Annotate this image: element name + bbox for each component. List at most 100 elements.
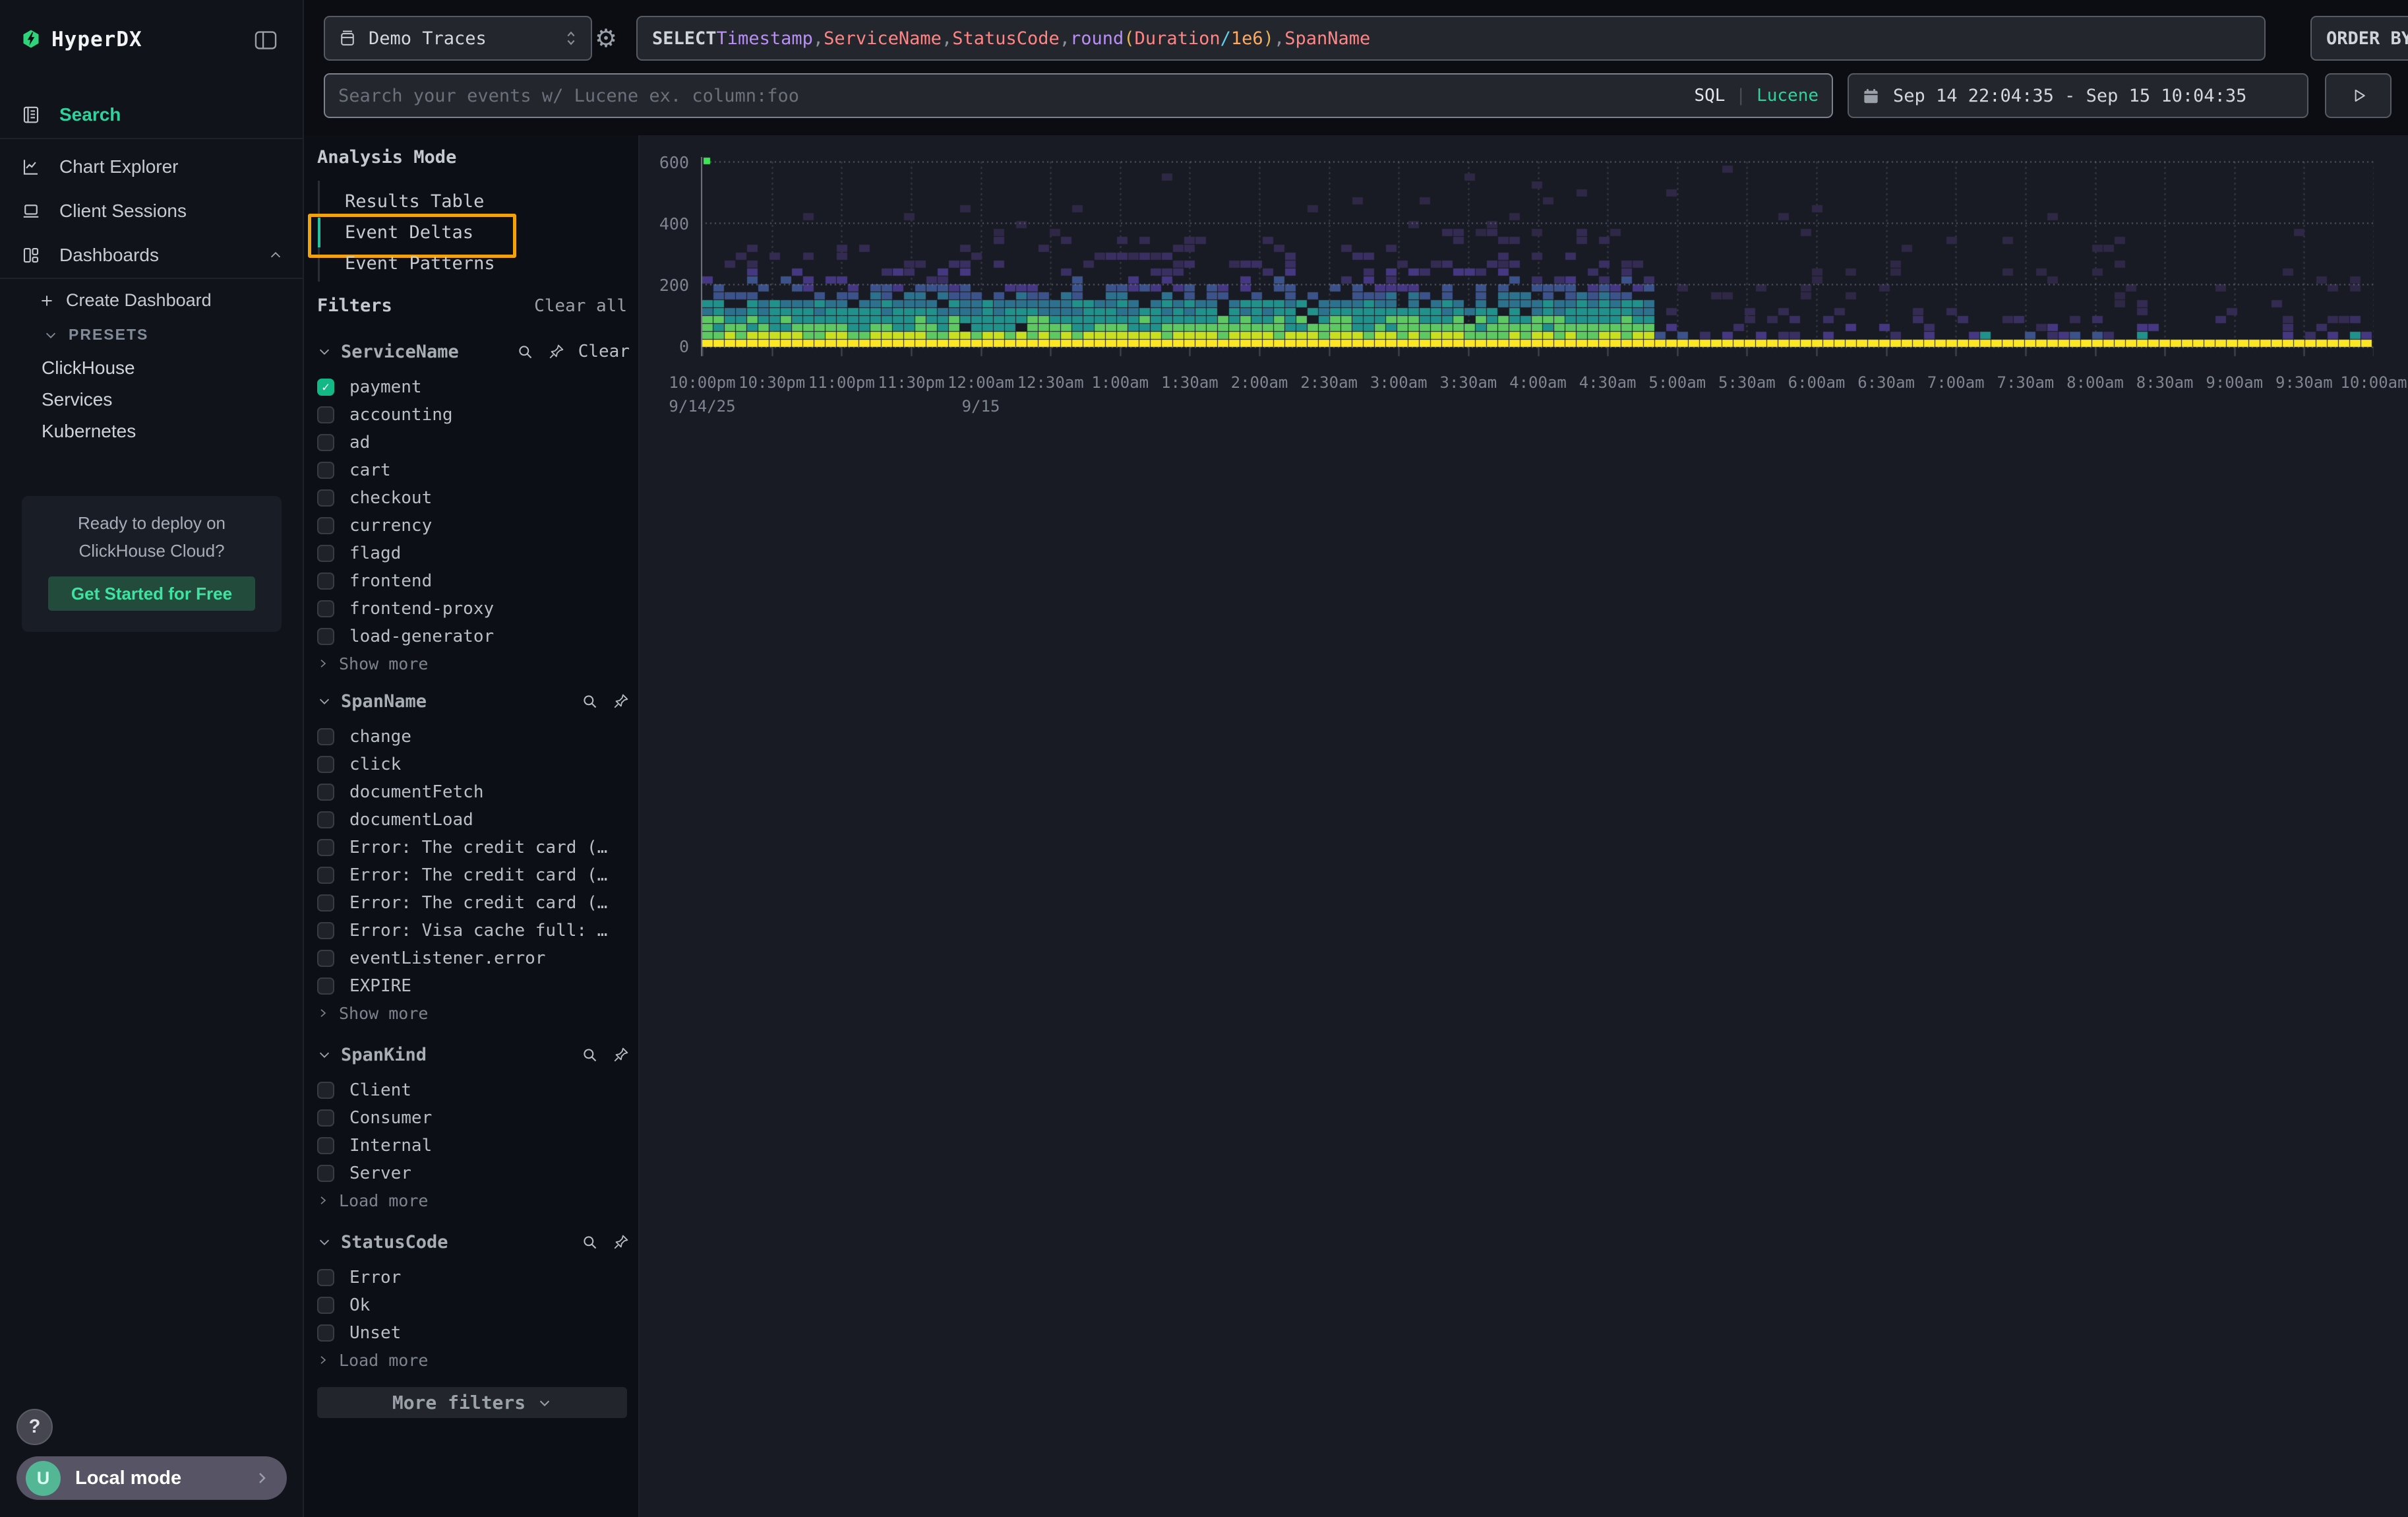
pin-icon[interactable] [612, 1046, 630, 1064]
checkbox[interactable] [317, 1165, 334, 1182]
facet-item-documentload[interactable]: documentLoad [317, 806, 630, 834]
facet-item-load-generator[interactable]: load-generator [317, 623, 630, 650]
facet-item-currency[interactable]: currency [317, 512, 630, 540]
lucene-mode-button[interactable]: Lucene [1757, 86, 1819, 106]
facet-item-error-the-credit-card[interactable]: Error: The credit card (… [317, 889, 630, 917]
pin-icon[interactable] [547, 343, 565, 361]
facet-item-payment[interactable]: ✓payment [317, 373, 630, 401]
checkbox[interactable] [317, 784, 334, 801]
checkbox[interactable] [317, 573, 334, 590]
help-button[interactable]: ? [16, 1409, 53, 1445]
chevron-down-icon[interactable] [317, 1235, 332, 1249]
user-menu-pill[interactable]: U Local mode [16, 1456, 287, 1500]
search-icon[interactable] [581, 1046, 599, 1064]
sidebar-item-clickhouse[interactable]: ClickHouse [42, 357, 135, 379]
time-range-picker[interactable]: Sep 14 22:04:35 - Sep 15 10:04:35 [1848, 73, 2308, 118]
run-query-button[interactable] [2325, 73, 2392, 118]
create-dashboard-button[interactable]: Create Dashboard [38, 290, 212, 311]
checkbox[interactable] [317, 545, 334, 562]
sidebar-item-dashboards[interactable]: Dashboards [0, 233, 303, 277]
checkbox[interactable] [317, 867, 334, 884]
divider: | [1735, 86, 1746, 106]
chevron-down-icon[interactable] [317, 344, 332, 359]
facet-item-eventlistener-error[interactable]: eventListener.error [317, 944, 630, 972]
pin-icon[interactable] [612, 1233, 630, 1251]
chevron-down-icon[interactable] [317, 694, 332, 708]
checkbox[interactable] [317, 1297, 334, 1314]
facet-spanname-show-more-button[interactable]: Show more [317, 1000, 630, 1026]
search-input[interactable] [338, 86, 1683, 106]
checkbox[interactable] [317, 462, 334, 479]
sidebar-item-chart-explorer[interactable]: Chart Explorer [0, 144, 303, 189]
checkbox[interactable] [317, 434, 334, 451]
facet-spankind-load-more-button[interactable]: Load more [317, 1187, 630, 1214]
checkbox[interactable]: ✓ [317, 379, 334, 396]
duration-heatmap[interactable] [701, 157, 2374, 363]
facet-item-cart[interactable]: cart [317, 456, 630, 484]
facet-item-error-the-credit-card[interactable]: Error: The credit card (… [317, 834, 630, 861]
checkbox[interactable] [317, 950, 334, 967]
checkbox[interactable] [317, 517, 334, 534]
checkbox[interactable] [317, 811, 334, 828]
gear-icon[interactable]: ⚙ [587, 16, 624, 61]
checkbox[interactable] [317, 628, 334, 645]
checkbox[interactable] [317, 1269, 334, 1286]
clear-all-filters-button[interactable]: Clear all [534, 296, 627, 316]
facet-item-expire[interactable]: EXPIRE [317, 972, 630, 1000]
facet-item-error-the-credit-card[interactable]: Error: The credit card (… [317, 861, 630, 889]
facet-item-server[interactable]: Server [317, 1160, 630, 1187]
checkbox[interactable] [317, 406, 334, 423]
checkbox[interactable] [317, 894, 334, 912]
checkbox[interactable] [317, 839, 334, 856]
facet-item-unset[interactable]: Unset [317, 1319, 630, 1347]
facet-item-ad[interactable]: ad [317, 429, 630, 456]
facet-item-flagd[interactable]: flagd [317, 540, 630, 567]
facet-item-internal[interactable]: Internal [317, 1132, 630, 1160]
facet-statuscode-load-more-button[interactable]: Load more [317, 1347, 630, 1373]
checkbox[interactable] [317, 489, 334, 507]
presets-toggle[interactable]: PRESETS [44, 326, 148, 344]
sidebar-item-client-sessions[interactable]: Client Sessions [0, 189, 303, 233]
facet-item-change[interactable]: change [317, 723, 630, 751]
analysis-mode-results-table[interactable]: Results Table [318, 186, 621, 217]
chevron-down-icon[interactable] [317, 1047, 332, 1062]
more-filters-button[interactable]: More filters [317, 1387, 627, 1418]
select-clause-editor[interactable]: SELECT Timestamp, ServiceName, StatusCod… [636, 16, 2266, 61]
sidebar-item-services[interactable]: Services [42, 389, 112, 410]
facet-servicename-show-more-button[interactable]: Show more [317, 650, 630, 677]
search-icon[interactable] [581, 1233, 599, 1251]
sidebar-collapse-icon[interactable] [255, 30, 277, 50]
facet-item-frontend[interactable]: frontend [317, 567, 630, 595]
sql-mode-button[interactable]: SQL [1694, 86, 1725, 106]
facet-item-documentfetch[interactable]: documentFetch [317, 778, 630, 806]
checkbox[interactable] [317, 1109, 334, 1127]
checkbox[interactable] [317, 922, 334, 939]
sidebar-item-search[interactable]: Search [0, 92, 303, 137]
checkbox[interactable] [317, 1082, 334, 1099]
facet-item-frontend-proxy[interactable]: frontend-proxy [317, 595, 630, 623]
checkbox[interactable] [317, 756, 334, 773]
analysis-mode-event-patterns[interactable]: Event Patterns [318, 248, 621, 279]
facet-item-error-visa-cache-full[interactable]: Error: Visa cache full: … [317, 917, 630, 944]
data-source-select[interactable]: Demo Traces [324, 16, 592, 61]
checkbox[interactable] [317, 1137, 334, 1154]
pin-icon[interactable] [612, 693, 630, 710]
facet-clear-button[interactable]: Clear [578, 342, 630, 361]
facet-item-error[interactable]: Error [317, 1264, 630, 1291]
order-by-editor[interactable]: ORDER BY Timestamp DESC [2310, 16, 2408, 61]
checkbox[interactable] [317, 600, 334, 617]
sidebar-item-kubernetes[interactable]: Kubernetes [42, 421, 136, 442]
facet-item-accounting[interactable]: accounting [317, 401, 630, 429]
facet-item-click[interactable]: click [317, 751, 630, 778]
facet-item-checkout[interactable]: checkout [317, 484, 630, 512]
search-icon[interactable] [581, 693, 599, 710]
facet-item-client[interactable]: Client [317, 1076, 630, 1104]
search-icon[interactable] [516, 343, 534, 361]
facet-item-ok[interactable]: Ok [317, 1291, 630, 1319]
checkbox[interactable] [317, 977, 334, 995]
checkbox[interactable] [317, 1324, 334, 1342]
get-started-button[interactable]: Get Started for Free [48, 576, 255, 611]
analysis-mode-event-deltas[interactable]: Event Deltas [318, 217, 621, 248]
facet-item-consumer[interactable]: Consumer [317, 1104, 630, 1132]
checkbox[interactable] [317, 728, 334, 745]
